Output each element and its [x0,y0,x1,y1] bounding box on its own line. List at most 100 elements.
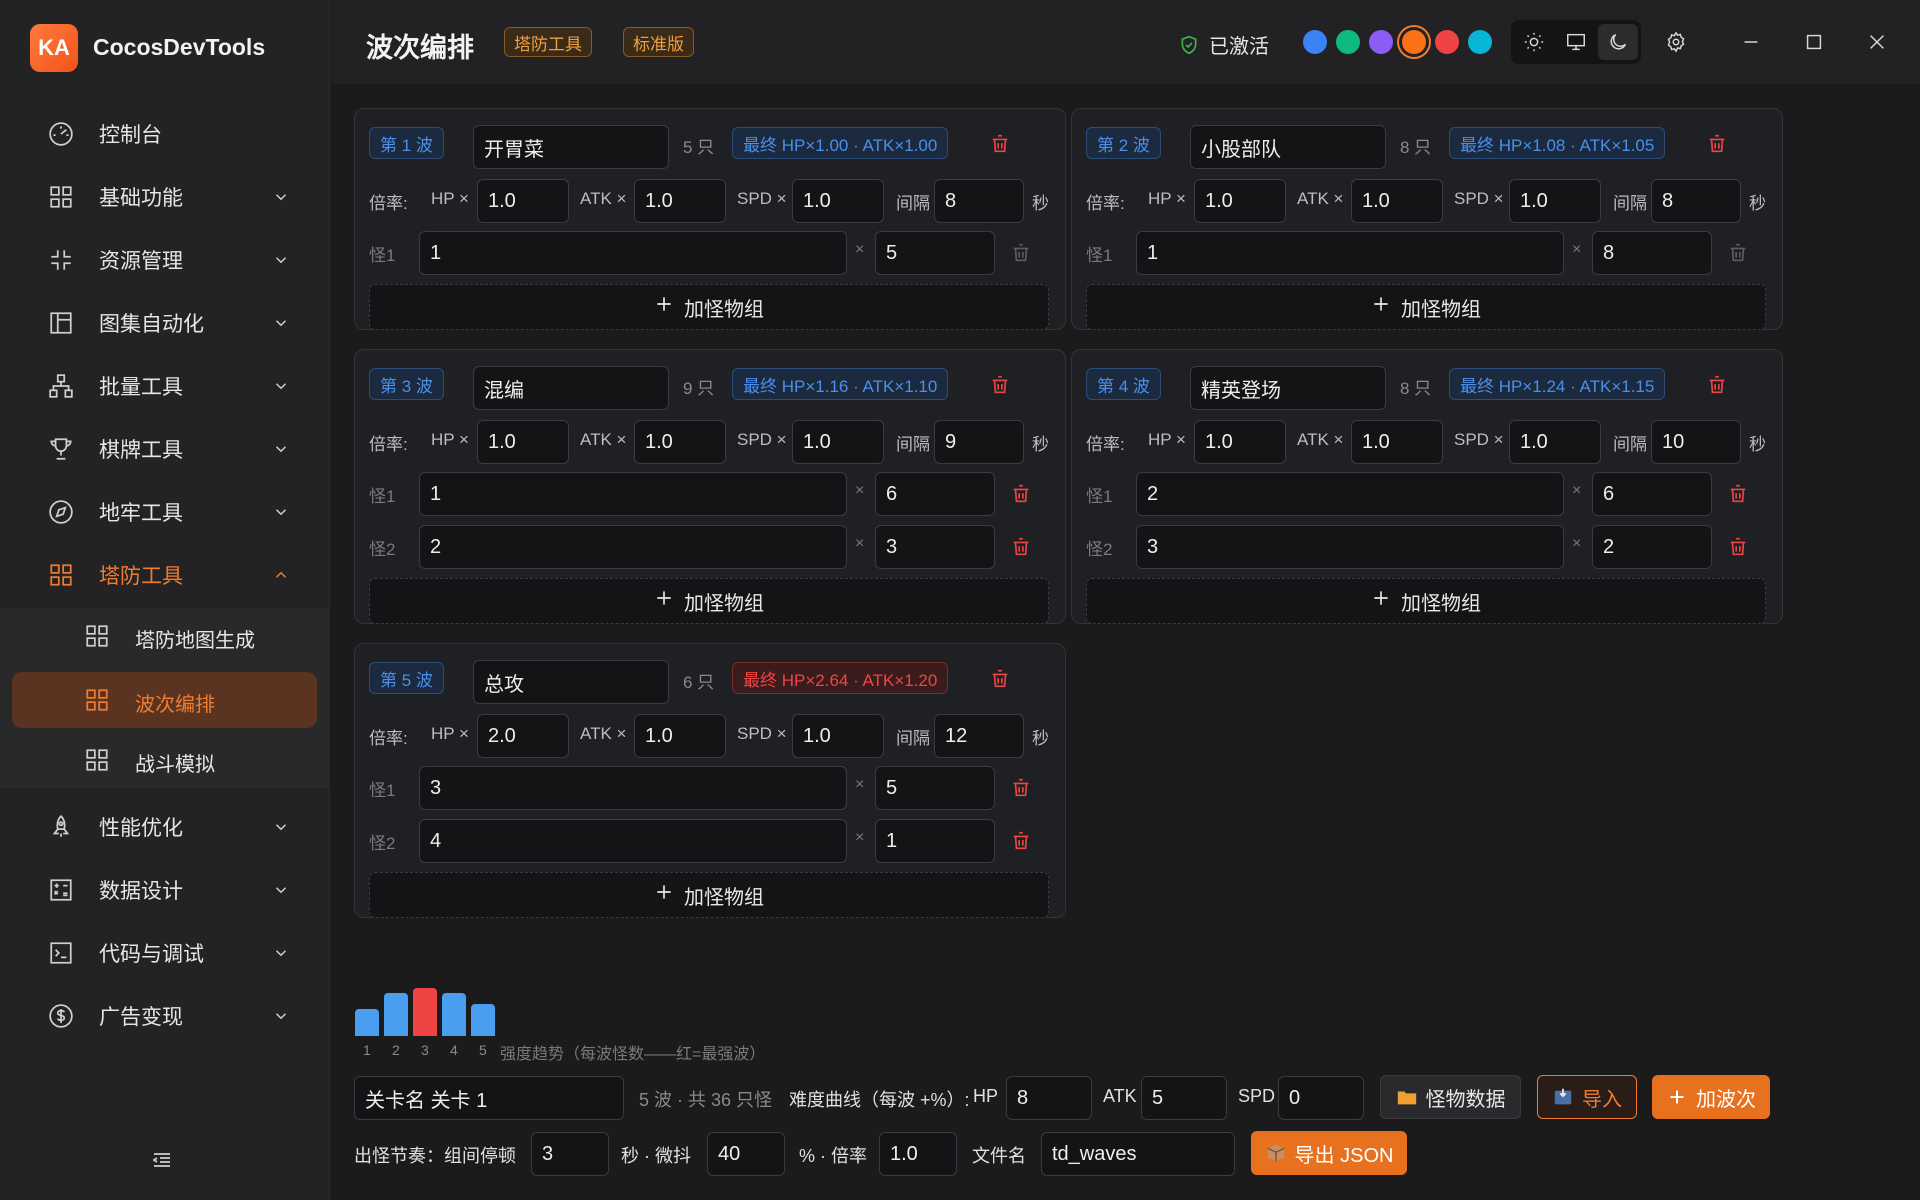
collapse-sidebar-button[interactable] [150,1148,180,1174]
sidebar-subitem-mapgen[interactable]: 塔防地图生成 [12,608,317,664]
theme-color-orange[interactable] [1402,30,1426,54]
wave-name-input[interactable]: 开胃菜 [473,125,669,169]
add-monster-group-button[interactable]: 加怪物组 [369,284,1049,330]
rate-input[interactable]: 1.0 [879,1132,957,1176]
monster-id-input[interactable]: 1 [1136,231,1564,275]
sidebar-item-performance[interactable]: 性能优化 [0,801,330,853]
pause-input[interactable]: 3 [531,1132,609,1176]
delete-wave-button[interactable] [1706,374,1728,396]
sidebar-item-cards[interactable]: 棋牌工具 [0,423,330,475]
spd-multiplier-input[interactable]: 1.0 [1509,420,1601,464]
sidebar-item-datadesign[interactable]: 数据设计 [0,864,330,916]
difficulty-spd-input[interactable]: 0 [1278,1076,1364,1120]
import-button[interactable]: 导入 [1537,1075,1637,1119]
sidebar-item-atlas[interactable]: 图集自动化 [0,297,330,349]
interval-input[interactable]: 9 [934,420,1024,464]
sidebar-item-dungeon[interactable]: 地牢工具 [0,486,330,538]
monster-qty-input[interactable]: 6 [875,472,995,516]
jitter-input[interactable]: 40 [707,1132,785,1176]
delete-group-button[interactable] [1010,536,1032,558]
delete-wave-button[interactable] [1706,133,1728,155]
filename-input[interactable]: td_waves [1041,1132,1235,1176]
delete-wave-button[interactable] [989,668,1011,690]
dark-mode-button[interactable] [1598,24,1638,60]
monster-qty-input[interactable]: 2 [1592,525,1712,569]
theme-color-cyan[interactable] [1468,30,1492,54]
theme-color-green[interactable] [1336,30,1360,54]
sidebar-subitem-battle[interactable]: 战斗模拟 [12,732,317,788]
spd-multiplier-input[interactable]: 1.0 [1509,179,1601,223]
difficulty-hp-input[interactable]: 8 [1006,1076,1092,1120]
sidebar-subitem-waves[interactable]: 波次编排 [12,672,317,728]
spd-multiplier-input[interactable]: 1.0 [792,420,884,464]
export-json-button[interactable]: 导出 JSON [1251,1131,1407,1175]
atk-multiplier-input[interactable]: 1.0 [634,179,726,223]
sidebar-item-code[interactable]: 代码与调试 [0,927,330,979]
monster-data-button[interactable]: 怪物数据 [1380,1075,1521,1119]
system-mode-button[interactable] [1556,24,1596,60]
interval-input[interactable]: 8 [1651,179,1741,223]
settings-button[interactable] [1660,26,1692,58]
hp-multiplier-input[interactable]: 1.0 [1194,420,1286,464]
wave-name-input[interactable]: 精英登场 [1190,366,1386,410]
delete-group-button[interactable] [1727,483,1749,505]
maximize-button[interactable] [1798,26,1830,58]
add-monster-group-button[interactable]: 加怪物组 [1086,284,1766,330]
add-monster-group-button[interactable]: 加怪物组 [369,578,1049,624]
wave-name-input[interactable]: 混编 [473,366,669,410]
theme-color-blue[interactable] [1303,30,1327,54]
hp-multiplier-input[interactable]: 1.0 [477,420,569,464]
sidebar-item-basic[interactable]: 基础功能 [0,171,330,223]
monster-id-input[interactable]: 3 [1136,525,1564,569]
spd-multiplier-input[interactable]: 1.0 [792,714,884,758]
monster-qty-input[interactable]: 8 [1592,231,1712,275]
delete-group-button[interactable] [1727,536,1749,558]
theme-color-purple[interactable] [1369,30,1393,54]
interval-input[interactable]: 8 [934,179,1024,223]
delete-wave-button[interactable] [989,374,1011,396]
delete-group-button[interactable] [1010,242,1032,264]
close-button[interactable] [1861,26,1893,58]
monster-id-input[interactable]: 1 [419,231,847,275]
add-monster-group-button[interactable]: 加怪物组 [369,872,1049,918]
hp-multiplier-input[interactable]: 2.0 [477,714,569,758]
delete-wave-button[interactable] [989,133,1011,155]
difficulty-atk-input[interactable]: 5 [1141,1076,1227,1120]
theme-color-red[interactable] [1435,30,1459,54]
sidebar-item-towerdefense[interactable]: 塔防工具 [0,549,330,601]
sidebar-item-ads[interactable]: 广告变现 [0,990,330,1042]
sidebar-item-console[interactable]: 控制台 [0,108,330,160]
add-wave-button[interactable]: 加波次 [1652,1075,1770,1119]
wave-name-input[interactable]: 总攻 [473,660,669,704]
minimize-button[interactable] [1735,26,1767,58]
hp-multiplier-input[interactable]: 1.0 [477,179,569,223]
atk-multiplier-input[interactable]: 1.0 [1351,179,1443,223]
delete-group-button[interactable] [1010,777,1032,799]
monster-qty-input[interactable]: 5 [875,766,995,810]
monster-qty-input[interactable]: 3 [875,525,995,569]
add-monster-group-button[interactable]: 加怪物组 [1086,578,1766,624]
monster-id-input[interactable]: 2 [419,525,847,569]
atk-multiplier-input[interactable]: 1.0 [634,714,726,758]
interval-input[interactable]: 12 [934,714,1024,758]
atk-multiplier-input[interactable]: 1.0 [1351,420,1443,464]
delete-group-button[interactable] [1010,483,1032,505]
monster-id-input[interactable]: 4 [419,819,847,863]
hp-multiplier-input[interactable]: 1.0 [1194,179,1286,223]
monster-id-input[interactable]: 1 [419,472,847,516]
monster-id-input[interactable]: 2 [1136,472,1564,516]
atk-multiplier-input[interactable]: 1.0 [634,420,726,464]
spd-multiplier-input[interactable]: 1.0 [792,179,884,223]
sidebar-item-batch[interactable]: 批量工具 [0,360,330,412]
level-name-input[interactable]: 关卡名 关卡 1 [354,1076,624,1120]
delete-group-button[interactable] [1010,830,1032,852]
light-mode-button[interactable] [1514,24,1554,60]
interval-input[interactable]: 10 [1651,420,1741,464]
monster-id-input[interactable]: 3 [419,766,847,810]
sidebar-item-resources[interactable]: 资源管理 [0,234,330,286]
delete-group-button[interactable] [1727,242,1749,264]
monster-qty-input[interactable]: 5 [875,231,995,275]
monster-qty-input[interactable]: 1 [875,819,995,863]
monster-qty-input[interactable]: 6 [1592,472,1712,516]
wave-name-input[interactable]: 小股部队 [1190,125,1386,169]
